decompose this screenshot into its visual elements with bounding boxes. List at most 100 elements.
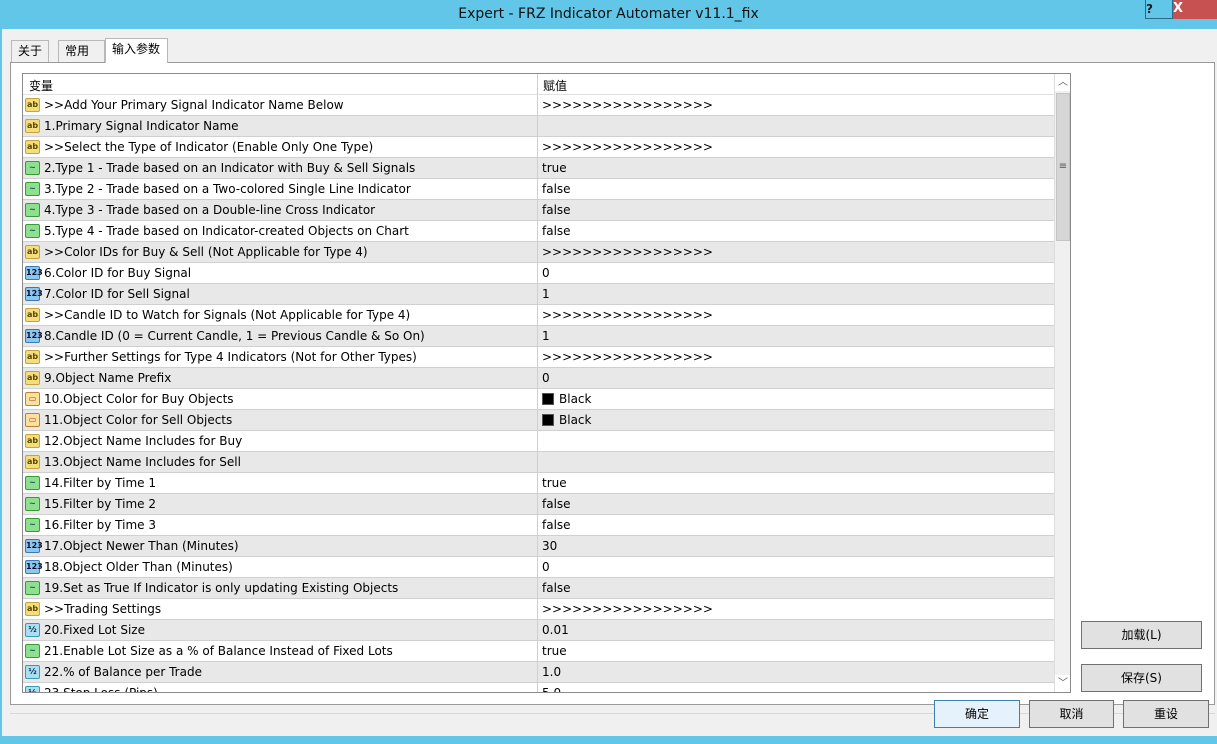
- table-row[interactable]: 123 17.Object Newer Than (Minutes) 30: [23, 536, 1054, 557]
- bool-type-icon: ~: [25, 224, 40, 238]
- param-name: 11.Object Color for Sell Objects: [44, 413, 233, 427]
- param-value[interactable]: 1: [542, 287, 550, 301]
- table-row[interactable]: ab >>Select the Type of Indicator (Enable…: [23, 137, 1054, 158]
- param-name: 2.Type 1 - Trade based on an Indicator w…: [44, 161, 416, 175]
- color-swatch: [542, 393, 554, 405]
- reset-button[interactable]: 重设: [1123, 700, 1209, 728]
- table-row[interactable]: ab 9.Object Name Prefix 0: [23, 368, 1054, 389]
- table-row[interactable]: ~3.Type 2 - Trade based on a Two-colored…: [23, 179, 1054, 200]
- param-value-text: >>>>>>>>>>>>>>>>>: [542, 308, 713, 322]
- param-value[interactable]: >>>>>>>>>>>>>>>>>: [542, 602, 713, 616]
- table-row[interactable]: ½ 22.% of Balance per Trade 1.0: [23, 662, 1054, 683]
- param-value[interactable]: false: [542, 182, 571, 196]
- table-row[interactable]: 123 6.Color ID for Buy Signal 0: [23, 263, 1054, 284]
- table-row[interactable]: ab >>Trading Settings >>>>>>>>>>>>>>>>>: [23, 599, 1054, 620]
- save-button[interactable]: 保存(S): [1081, 664, 1202, 692]
- scroll-down-icon[interactable]: ﹀: [1055, 675, 1070, 692]
- param-value-text: 0.01: [542, 623, 569, 637]
- tab-about[interactable]: 关于: [11, 40, 49, 62]
- table-row[interactable]: ½ 20.Fixed Lot Size 0.01: [23, 620, 1054, 641]
- param-value[interactable]: false: [542, 581, 571, 595]
- param-name: 14.Filter by Time 1: [44, 476, 156, 490]
- table-row[interactable]: ▭ 10.Object Color for Buy Objects Black: [23, 389, 1054, 410]
- param-value[interactable]: Black: [542, 413, 591, 427]
- param-value-text: 5.0: [542, 686, 562, 693]
- double-type-icon: ½: [25, 665, 40, 679]
- table-row[interactable]: ▭ 11.Object Color for Sell Objects Black: [23, 410, 1054, 431]
- table-row[interactable]: ab >>Add Your Primary Signal Indicator Na…: [23, 95, 1054, 116]
- param-value[interactable]: false: [542, 203, 571, 217]
- param-name: 13.Object Name Includes for Sell: [44, 455, 241, 469]
- param-value[interactable]: true: [542, 161, 567, 175]
- string-type-icon: ab: [25, 350, 40, 364]
- table-row[interactable]: ~4.Type 3 - Trade based on a Double-line…: [23, 200, 1054, 221]
- scroll-up-icon[interactable]: ︿: [1055, 74, 1070, 91]
- table-row[interactable]: ab >>Color IDs for Buy & Sell (Not Applic…: [23, 242, 1054, 263]
- table-row[interactable]: ~5.Type 4 - Trade based on Indicator-cre…: [23, 221, 1054, 242]
- table-row[interactable]: ~21.Enable Lot Size as a % of Balance In…: [23, 641, 1054, 662]
- bool-type-icon: ~: [25, 518, 40, 532]
- param-value[interactable]: 30: [542, 539, 557, 553]
- table-row[interactable]: ½ 23.Stop Loss (Pips) 5.0: [23, 683, 1054, 693]
- param-value-text: Black: [559, 413, 592, 427]
- param-name: >>Candle ID to Watch for Signals (Not Ap…: [44, 308, 411, 322]
- param-value[interactable]: >>>>>>>>>>>>>>>>>: [542, 308, 713, 322]
- param-value[interactable]: true: [542, 476, 567, 490]
- param-value[interactable]: >>>>>>>>>>>>>>>>>: [542, 98, 713, 112]
- tab-inputs[interactable]: 输入参数: [105, 38, 168, 63]
- scroll-thumb[interactable]: ≡: [1056, 93, 1070, 241]
- table-row[interactable]: ab >>Further Settings for Type 4 Indicato…: [23, 347, 1054, 368]
- param-value[interactable]: 1: [542, 329, 550, 343]
- help-button[interactable]: ?: [1145, 0, 1173, 19]
- param-value[interactable]: false: [542, 497, 571, 511]
- table-row[interactable]: ab 13.Object Name Includes for Sell: [23, 452, 1054, 473]
- table-row[interactable]: ab >>Candle ID to Watch for Signals (Not …: [23, 305, 1054, 326]
- integer-type-icon: 123: [25, 287, 43, 301]
- bool-type-icon: ~: [25, 161, 40, 175]
- table-row[interactable]: 123 7.Color ID for Sell Signal 1: [23, 284, 1054, 305]
- table-row[interactable]: ab 12.Object Name Includes for Buy: [23, 431, 1054, 452]
- string-type-icon: ab: [25, 308, 40, 322]
- table-row[interactable]: ab 1.Primary Signal Indicator Name: [23, 116, 1054, 137]
- param-name: 3.Type 2 - Trade based on a Two-colored …: [44, 182, 411, 196]
- cancel-button[interactable]: 取消: [1029, 700, 1114, 728]
- param-value[interactable]: 1.0: [542, 665, 561, 679]
- param-name: >>Select the Type of Indicator (Enable O…: [44, 140, 374, 154]
- close-button[interactable]: X: [1173, 0, 1217, 19]
- param-value[interactable]: false: [542, 518, 571, 532]
- vertical-scrollbar[interactable]: ︿ ≡ ﹀: [1054, 74, 1070, 692]
- param-value[interactable]: false: [542, 224, 571, 238]
- param-name: 5.Type 4 - Trade based on Indicator-crea…: [44, 224, 409, 238]
- string-type-icon: ab: [25, 119, 40, 133]
- table-row[interactable]: ~14.Filter by Time 1 true: [23, 473, 1054, 494]
- table-row[interactable]: 123 18.Object Older Than (Minutes) 0: [23, 557, 1054, 578]
- tab-common[interactable]: 常用: [58, 40, 105, 62]
- param-value[interactable]: 0.01: [542, 623, 569, 637]
- table-row[interactable]: ~15.Filter by Time 2 false: [23, 494, 1054, 515]
- header-value[interactable]: 赋值: [543, 77, 567, 94]
- table-row[interactable]: ~2.Type 1 - Trade based on an Indicator …: [23, 158, 1054, 179]
- param-value-text: 0: [542, 371, 550, 385]
- param-value[interactable]: >>>>>>>>>>>>>>>>>: [542, 350, 713, 364]
- param-value[interactable]: >>>>>>>>>>>>>>>>>: [542, 140, 713, 154]
- param-value[interactable]: Black: [542, 392, 591, 406]
- ok-button[interactable]: 确定: [934, 700, 1020, 728]
- param-value[interactable]: true: [542, 644, 567, 658]
- column-divider[interactable]: [537, 74, 538, 692]
- param-value[interactable]: >>>>>>>>>>>>>>>>>: [542, 245, 713, 259]
- param-value[interactable]: 0: [542, 266, 550, 280]
- table-row[interactable]: ~16.Filter by Time 3 false: [23, 515, 1054, 536]
- parameters-grid: 变量 赋值 ab >>Add Your Primary Signal Indica…: [22, 73, 1071, 693]
- param-value-text: false: [542, 182, 571, 196]
- table-row[interactable]: ~19.Set as True If Indicator is only upd…: [23, 578, 1054, 599]
- param-value[interactable]: 5.0: [542, 686, 562, 693]
- header-variable[interactable]: 变量: [29, 77, 53, 94]
- param-value[interactable]: 0: [542, 371, 550, 385]
- param-value-text: >>>>>>>>>>>>>>>>>: [542, 98, 713, 112]
- table-row[interactable]: 123 8.Candle ID (0 = Current Candle, 1 = …: [23, 326, 1054, 347]
- param-value-text: 0: [542, 560, 550, 574]
- load-button[interactable]: 加载(L): [1081, 621, 1202, 649]
- param-value-text: 1: [542, 287, 550, 301]
- param-value[interactable]: 0: [542, 560, 550, 574]
- grid-rows: ab >>Add Your Primary Signal Indicator Na…: [23, 95, 1054, 693]
